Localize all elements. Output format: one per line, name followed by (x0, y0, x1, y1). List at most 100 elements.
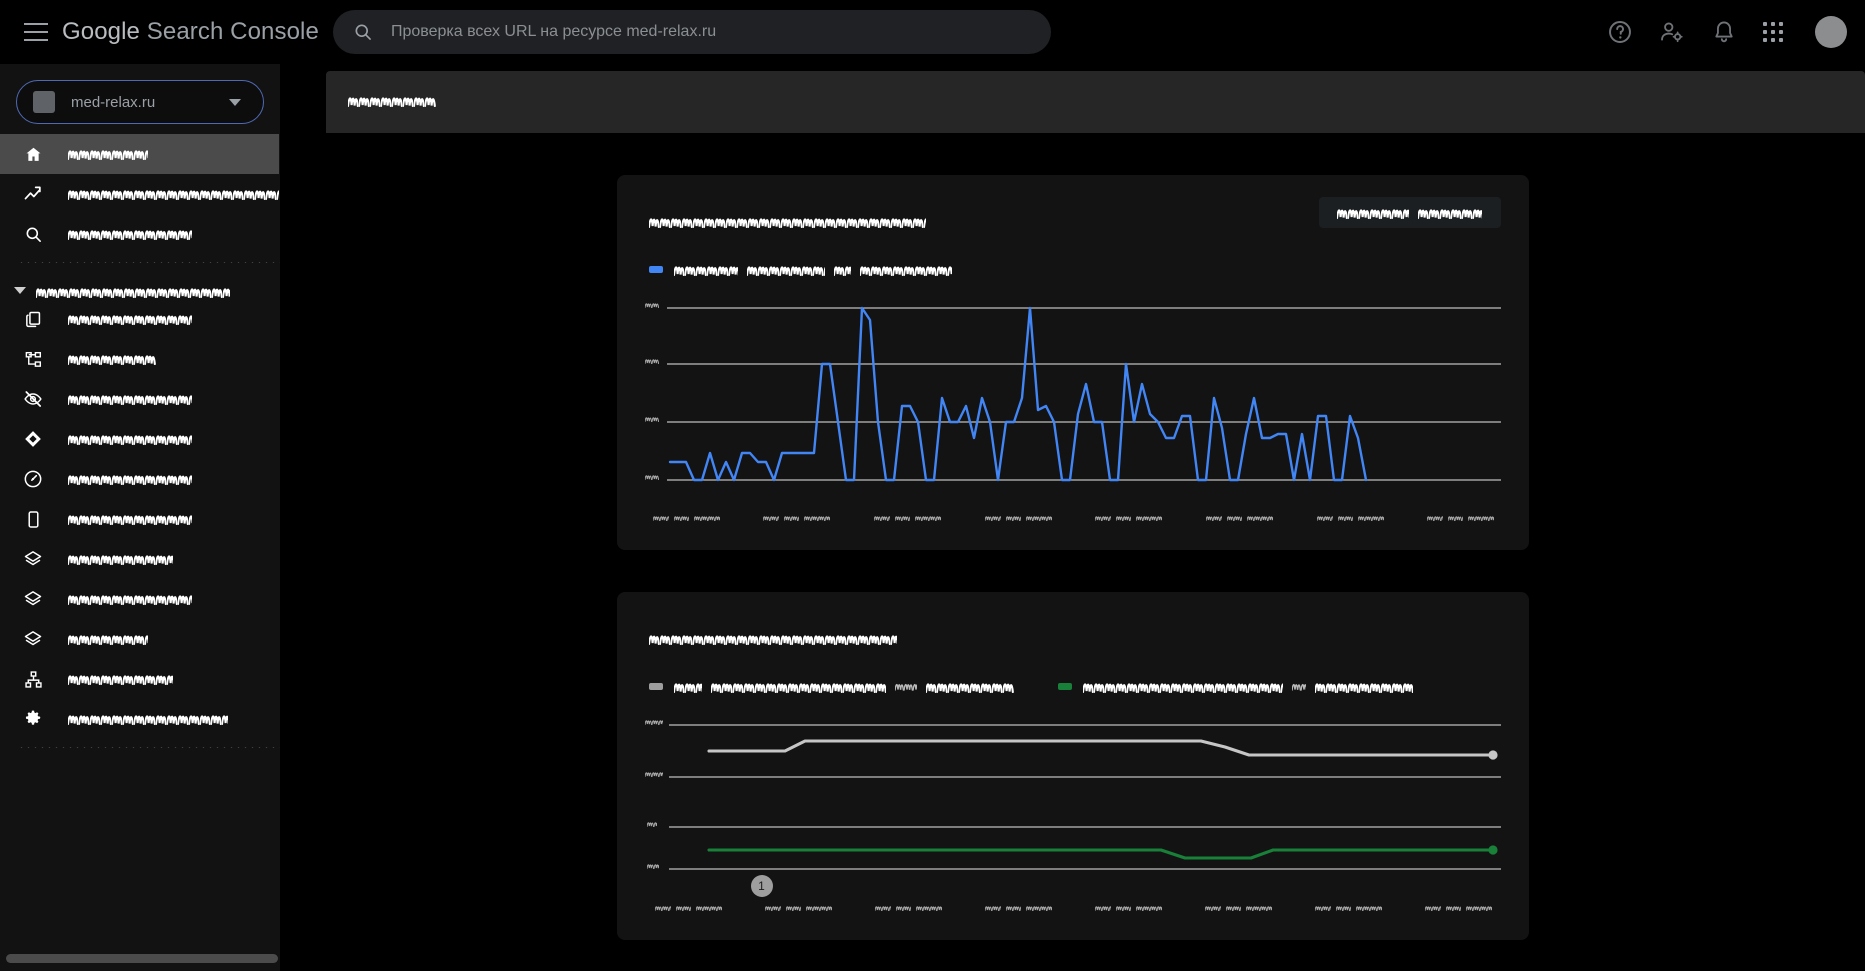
sidebar-item-label (68, 672, 173, 686)
performance-card-title (648, 215, 926, 233)
account-settings-icon[interactable] (1659, 19, 1685, 45)
legend-label-word (673, 680, 702, 693)
search-bar[interactable] (333, 10, 1051, 54)
apps-grid-icon[interactable] (1763, 22, 1783, 42)
sidebar-item-enhancement-3[interactable] (0, 619, 280, 659)
sitemap-icon (22, 348, 44, 370)
sidebar-item-label (68, 227, 192, 241)
legend-swatch (648, 683, 663, 690)
x-axis-tick (1425, 904, 1493, 912)
chart-annotation-marker[interactable]: 1 (750, 875, 773, 897)
clicks-series (668, 306, 1367, 482)
top-app-bar: Google Search Console (0, 0, 1865, 64)
sidebar-item-label (68, 552, 173, 566)
sidebar-item-pages[interactable] (0, 299, 280, 339)
legend-label-word (1082, 680, 1283, 693)
legend-label-word (925, 680, 1014, 693)
sidebar-group-label (36, 285, 230, 299)
sidebar-item-core-web-vitals[interactable] (0, 419, 280, 459)
legend-label-word (894, 681, 917, 692)
sidebar-item-page-experience[interactable] (0, 459, 280, 499)
legend-item-clicks[interactable] (648, 263, 952, 276)
site-favicon (33, 91, 55, 113)
sidebar: med-relax.ru (0, 64, 280, 971)
legend-swatch (1057, 683, 1072, 690)
sidebar-item-overview[interactable] (0, 134, 279, 174)
sidebar-divider-bottom (18, 747, 280, 748)
home-icon (22, 143, 44, 165)
legend-item-indexed[interactable] (1057, 680, 1413, 693)
legend-label-word (673, 263, 738, 276)
gear-icon (22, 708, 44, 730)
performance-legend (648, 263, 1501, 276)
x-axis-tick (1095, 904, 1163, 912)
sidebar-item-links[interactable] (0, 659, 280, 699)
indexing-chart-svg (644, 718, 1501, 870)
layers-icon (22, 628, 44, 650)
sidebar-item-label (68, 432, 192, 446)
sidebar-item-label (68, 147, 148, 161)
x-axis-tick (1205, 904, 1273, 912)
x-axis-tick (652, 514, 720, 522)
sidebar-item-label (68, 472, 192, 486)
performance-chart-svg (644, 301, 1501, 482)
performance-report-button[interactable] (1318, 197, 1501, 228)
x-axis-tick (1095, 514, 1163, 522)
sidebar-item-enhancement-2[interactable] (0, 579, 280, 619)
help-icon[interactable] (1607, 19, 1633, 45)
not-indexed-endpoint (1487, 750, 1498, 760)
caret-down-icon (14, 287, 26, 294)
search-input[interactable] (391, 23, 1033, 41)
main-content: 1 (280, 64, 1865, 971)
legend-label-word (746, 263, 825, 276)
sidebar-item-label (68, 512, 192, 526)
x-axis-tick (873, 514, 941, 522)
sidebar-item-label (68, 352, 156, 366)
avatar[interactable] (1815, 16, 1847, 48)
sidebar-item-settings[interactable] (0, 699, 280, 739)
x-axis-tick (1315, 904, 1383, 912)
speedometer-icon (22, 468, 44, 490)
layers-icon (22, 588, 44, 610)
x-axis-tick (1427, 514, 1495, 522)
x-axis-tick (654, 904, 722, 912)
sidebar-item-sitemaps[interactable] (0, 339, 280, 379)
sidebar-item-mobile-usability[interactable] (0, 499, 280, 539)
indexing-card-title (648, 632, 897, 650)
brand-google: Google (62, 18, 140, 45)
indexing-card: 1 (616, 592, 1529, 940)
search-icon (22, 223, 44, 245)
sidebar-horizontal-scrollbar[interactable] (6, 954, 278, 963)
indexing-chart[interactable]: 1 (644, 717, 1501, 912)
eye-off-icon (22, 388, 44, 410)
sidebar-item-performance[interactable] (0, 174, 280, 214)
app-brand[interactable]: Google Search Console (62, 20, 319, 44)
performance-x-axis (652, 514, 1495, 522)
y-axis-tick-labels (644, 718, 663, 870)
legend-label-word (710, 680, 886, 693)
button-label-word (1337, 206, 1409, 219)
notifications-bell-icon[interactable] (1711, 19, 1737, 45)
sidebar-item-label (68, 712, 228, 726)
sidebar-item-removals[interactable] (0, 379, 280, 419)
performance-card-header (645, 197, 1501, 233)
sidebar-group-indexing[interactable] (0, 265, 280, 299)
indexing-card-header (645, 614, 1501, 650)
performance-chart[interactable] (644, 298, 1501, 522)
indexing-legend (648, 680, 1501, 693)
indexed-series (706, 848, 1495, 860)
page-title (348, 94, 436, 110)
property-name: med-relax.ru (71, 93, 156, 111)
x-axis-tick (1206, 514, 1274, 522)
performance-card (616, 175, 1529, 550)
legend-label-word (833, 263, 851, 276)
sidebar-item-url-inspection[interactable] (0, 214, 280, 254)
sidebar-item-label (68, 632, 148, 646)
legend-item-not-indexed[interactable] (648, 680, 1014, 693)
property-selector[interactable]: med-relax.ru (16, 80, 264, 124)
x-axis-tick (764, 904, 832, 912)
y-axis-tick-labels (644, 301, 659, 481)
x-axis-tick (1316, 514, 1384, 522)
hamburger-menu-icon[interactable] (24, 23, 48, 41)
sidebar-item-enhancement-1[interactable] (0, 539, 280, 579)
